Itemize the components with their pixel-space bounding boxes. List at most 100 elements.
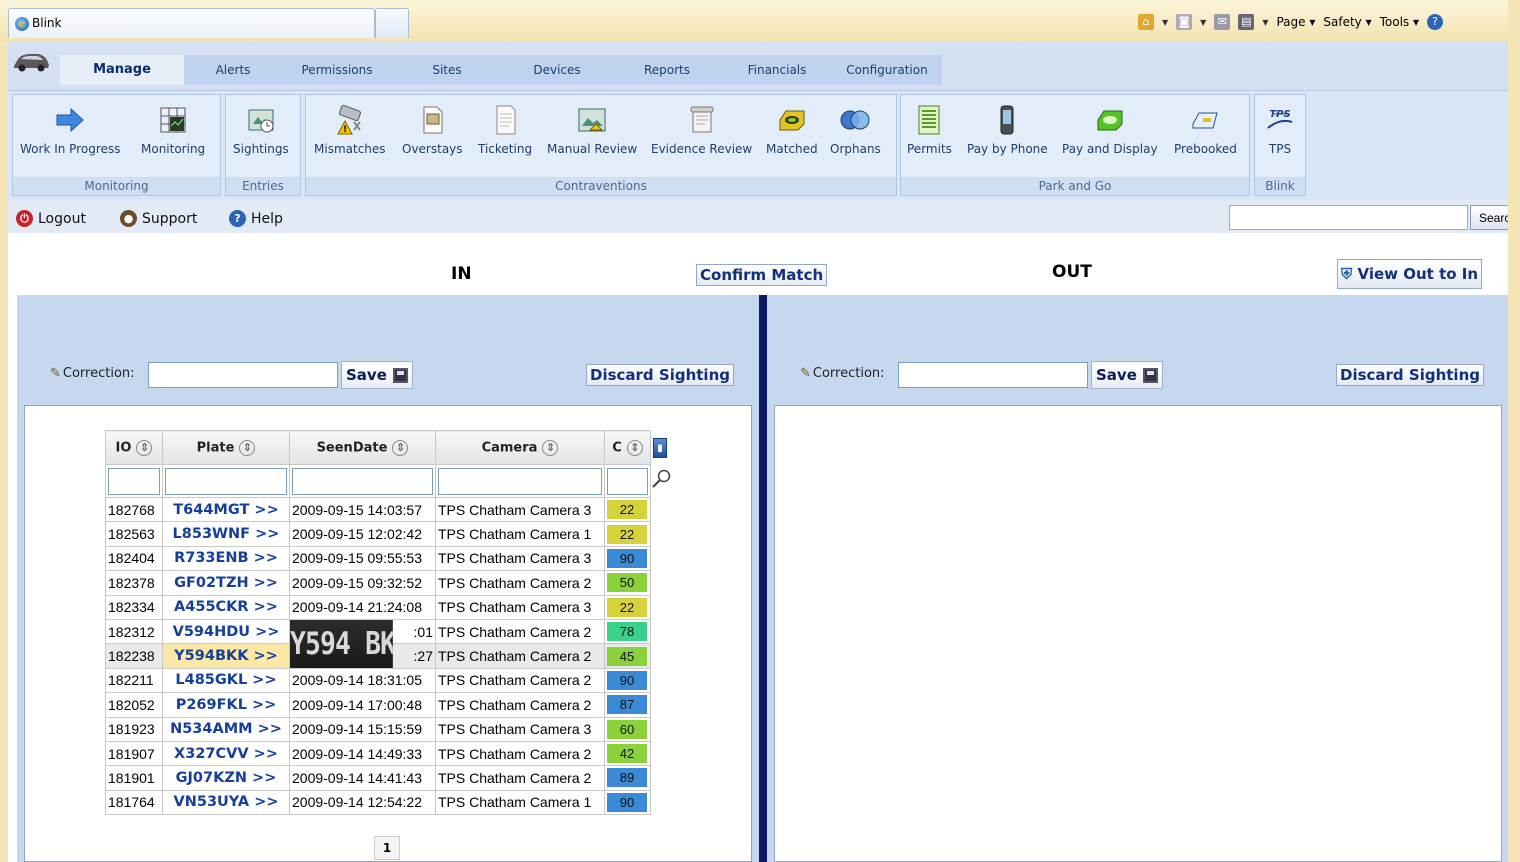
table-row[interactable]: 182404 R733ENB >> 2009-09-15 09:55:53 TPS C… bbox=[105, 545, 651, 572]
ribbon-manual-review[interactable]: Manual Review bbox=[547, 104, 637, 156]
search-button[interactable]: Search bbox=[1470, 205, 1510, 230]
sort-icon[interactable]: ⇕ bbox=[542, 439, 559, 456]
search-icon[interactable] bbox=[651, 468, 673, 490]
feeds-icon[interactable]: ◙ bbox=[1176, 14, 1193, 30]
cell-plate-link[interactable]: VN53UYA >> bbox=[162, 789, 290, 816]
support-link[interactable]: ● Support bbox=[120, 210, 197, 227]
ribbon-prebooked[interactable]: Prebooked bbox=[1174, 104, 1237, 156]
out-correction-input[interactable] bbox=[898, 362, 1088, 388]
ribbon-group-title: Park and Go bbox=[901, 177, 1249, 195]
ribbon-sightings[interactable]: Sightings bbox=[233, 104, 289, 156]
ribbon-ticketing[interactable]: Ticketing bbox=[478, 104, 532, 156]
cell-plate-link[interactable]: P269FKL >> bbox=[162, 692, 290, 718]
cell-plate-link[interactable]: R733ENB >> bbox=[162, 545, 290, 572]
tab-alerts[interactable]: Alerts bbox=[184, 55, 282, 85]
ribbon-orphans[interactable]: Orphans bbox=[830, 104, 881, 156]
mail-icon[interactable]: ✉ bbox=[1214, 14, 1231, 30]
ribbon-pay-by-phone[interactable]: Pay by Phone bbox=[967, 104, 1048, 156]
table-row[interactable]: 182378 GF02TZH >> 2009-09-15 09:32:52 TPS C… bbox=[105, 570, 651, 596]
table-row[interactable]: 181907 X327CVV >> 2009-09-14 14:49:33 TPS C… bbox=[105, 740, 651, 767]
table-row[interactable]: 181901 GJ07KZN >> 2009-09-14 14:41:43 TPS C… bbox=[105, 765, 651, 791]
table-row[interactable]: 181923 N534AMM >> 2009-09-14 15:15:59 TPS C… bbox=[105, 716, 651, 742]
page-menu[interactable]: Page ▾ bbox=[1276, 15, 1315, 29]
table-row[interactable]: 182052 P269FKL >> 2009-09-14 17:00:48 TPS C… bbox=[105, 692, 651, 718]
sort-icon[interactable]: ⇕ bbox=[239, 439, 256, 456]
out-discard-sighting-button[interactable]: Discard Sighting bbox=[1336, 364, 1484, 386]
in-save-button[interactable]: Save bbox=[341, 361, 413, 389]
column-header-confidence[interactable]: C ⇕ bbox=[604, 430, 651, 465]
sort-icon[interactable]: ⇕ bbox=[392, 439, 409, 456]
in-correction-input[interactable] bbox=[148, 362, 338, 388]
cell-plate-link[interactable]: V594HDU >> bbox=[162, 618, 290, 645]
view-out-to-in-button[interactable]: ⛨ View Out to In bbox=[1337, 259, 1483, 289]
chevron-down-icon[interactable]: ▼ bbox=[1200, 18, 1206, 27]
tab-manage[interactable]: Manage bbox=[60, 55, 184, 85]
filter-seendate-input[interactable] bbox=[292, 467, 433, 495]
table-row[interactable]: 182211 L485GKL >> 2009-09-14 18:31:05 TPS C… bbox=[105, 667, 651, 694]
ribbon-overstays[interactable]: Overstays bbox=[402, 104, 463, 156]
filter-io-input[interactable] bbox=[108, 467, 160, 495]
ribbon-pay-and-display[interactable]: Pay and Display bbox=[1062, 104, 1158, 156]
cell-plate-link[interactable]: L853WNF >> bbox=[162, 521, 290, 547]
ribbon-monitoring[interactable]: Monitoring bbox=[141, 104, 205, 156]
ribbon-tps[interactable]: TPS TPS bbox=[1264, 104, 1296, 156]
ribbon-evidence-review[interactable]: Evidence Review bbox=[651, 104, 752, 156]
cell-plate-link[interactable]: T644MGT >> bbox=[162, 496, 290, 523]
table-row[interactable]: 181764 VN53UYA >> 2009-09-14 12:54:22 TPS C… bbox=[105, 789, 651, 816]
tab-financials[interactable]: Financials bbox=[722, 55, 832, 85]
cell-plate-link[interactable]: A455CKR >> bbox=[162, 594, 290, 620]
cell-plate-link[interactable]: Y594BKK >> bbox=[162, 643, 290, 669]
ribbon-mismatches[interactable]: ! Mismatches bbox=[314, 104, 386, 156]
table-row[interactable]: 182334 A455CKR >> 2009-09-14 21:24:08 TPS C… bbox=[105, 594, 651, 620]
in-discard-sighting-button[interactable]: Discard Sighting bbox=[586, 364, 734, 386]
tab-permissions[interactable]: Permissions bbox=[282, 55, 392, 85]
column-header-camera[interactable]: Camera ⇕ bbox=[435, 430, 605, 465]
tab-reports[interactable]: Reports bbox=[612, 55, 722, 85]
cell-io: 182768 bbox=[105, 496, 163, 523]
sort-icon[interactable]: ⇕ bbox=[136, 439, 153, 456]
orphans-icon bbox=[840, 110, 870, 130]
table-row[interactable]: 182768 T644MGT >> 2009-09-15 14:03:57 TPS C… bbox=[105, 496, 651, 523]
safety-menu[interactable]: Safety ▾ bbox=[1323, 15, 1371, 29]
ribbon-work-in-progress[interactable]: Work In Progress bbox=[20, 104, 120, 156]
cell-confidence: 22 bbox=[604, 594, 651, 620]
tools-menu[interactable]: Tools ▾ bbox=[1380, 15, 1419, 29]
column-chooser-icon[interactable]: ▮ bbox=[653, 438, 667, 458]
table-row[interactable]: 182563 L853WNF >> 2009-09-15 12:02:42 TPS C… bbox=[105, 521, 651, 547]
home-icon[interactable]: ⌂ bbox=[1138, 14, 1154, 30]
filter-confidence-input[interactable] bbox=[607, 467, 648, 495]
confirm-match-button[interactable]: Confirm Match bbox=[696, 264, 828, 286]
tab-configuration[interactable]: Configuration bbox=[832, 55, 942, 85]
help-link[interactable]: ? Help bbox=[229, 210, 283, 227]
column-header-io[interactable]: IO ⇕ bbox=[105, 430, 163, 465]
filter-camera-input[interactable] bbox=[438, 467, 602, 495]
confidence-badge: 90 bbox=[607, 792, 647, 812]
column-header-plate[interactable]: Plate ⇕ bbox=[162, 430, 290, 465]
browser-tab[interactable]: e Blink bbox=[8, 8, 375, 38]
search-input[interactable] bbox=[1229, 205, 1468, 230]
tab-sites[interactable]: Sites bbox=[392, 55, 502, 85]
new-tab-button[interactable] bbox=[375, 8, 409, 38]
logout-link[interactable]: ⏻ Logout bbox=[16, 210, 86, 227]
pagination-page-1[interactable]: 1 bbox=[374, 836, 400, 860]
chevron-down-icon[interactable]: ▼ bbox=[1162, 18, 1168, 27]
chevron-down-icon[interactable]: ▼ bbox=[1262, 18, 1268, 27]
sort-icon[interactable]: ⇕ bbox=[626, 439, 643, 456]
ribbon-permits[interactable]: Permits bbox=[907, 104, 952, 156]
cell-plate-link[interactable]: N534AMM >> bbox=[162, 716, 290, 742]
cell-plate-link[interactable]: X327CVV >> bbox=[162, 740, 290, 767]
cell-plate-link[interactable]: GF02TZH >> bbox=[162, 570, 290, 596]
cell-camera: TPS Chatham Camera 3 bbox=[435, 496, 605, 523]
filter-plate-input[interactable] bbox=[165, 467, 287, 495]
cell-plate-link[interactable]: GJ07KZN >> bbox=[162, 765, 290, 791]
cell-plate-link[interactable]: L485GKL >> bbox=[162, 667, 290, 694]
help-circle-icon[interactable]: ? bbox=[1427, 14, 1444, 30]
confidence-badge: 50 bbox=[607, 573, 647, 593]
print-icon[interactable]: ▤ bbox=[1238, 14, 1255, 30]
cell-confidence: 50 bbox=[604, 570, 651, 596]
ribbon-matched[interactable]: Matched bbox=[766, 104, 818, 156]
column-header-seendate[interactable]: SeenDate ⇕ bbox=[289, 430, 436, 465]
tab-devices[interactable]: Devices bbox=[502, 55, 612, 85]
cell-camera: TPS Chatham Camera 2 bbox=[435, 643, 605, 669]
out-save-button[interactable]: Save bbox=[1091, 361, 1163, 389]
